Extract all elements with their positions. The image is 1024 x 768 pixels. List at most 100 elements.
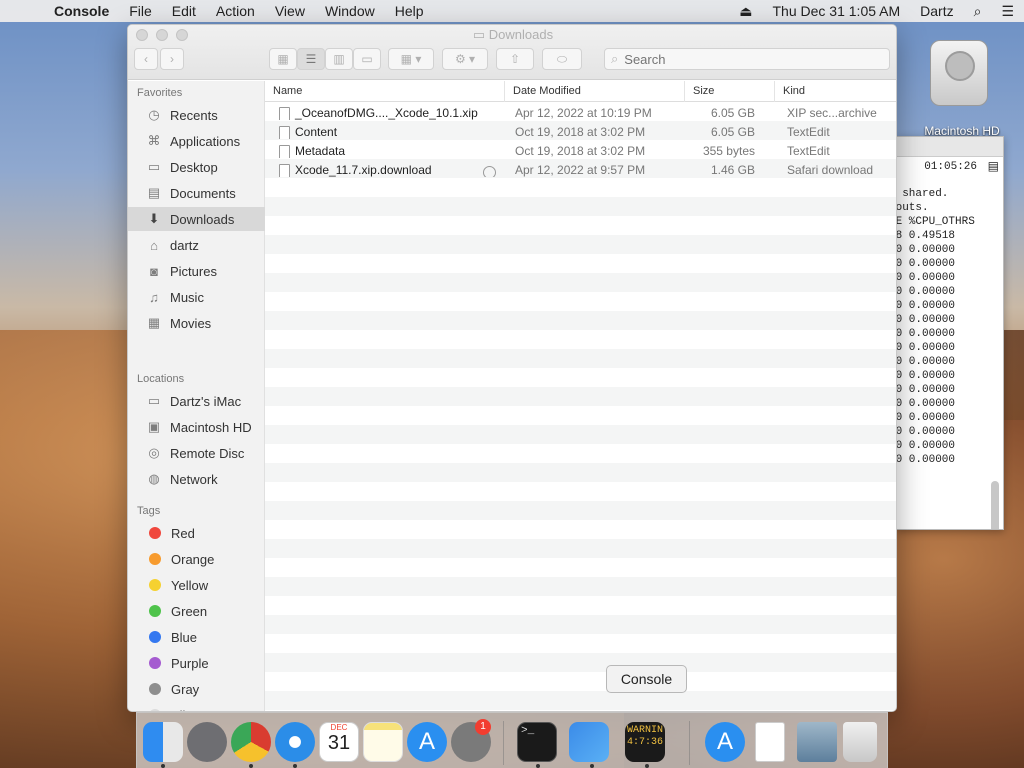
column-size[interactable]: Size bbox=[685, 81, 775, 102]
calendar-day: 31 bbox=[327, 732, 351, 754]
column-name[interactable]: Name bbox=[265, 81, 505, 102]
terminal-line: 00 0.00000 bbox=[896, 454, 956, 466]
sidebar-tag-all-tags-[interactable]: All Tags... bbox=[128, 703, 265, 711]
action-gear-button[interactable]: ⚙ ▾ bbox=[442, 48, 488, 70]
notification-center-icon[interactable]: ☰ bbox=[1001, 3, 1014, 20]
file-list[interactable]: Name Date Modified Size Kind _OceanofDMG… bbox=[265, 81, 896, 711]
sidebar-item-downloads[interactable]: ⬇ Downloads bbox=[128, 207, 265, 231]
document-dock-icon[interactable] bbox=[755, 722, 785, 762]
search-field[interactable]: ⌕ bbox=[604, 48, 890, 70]
finder-dock-icon[interactable] bbox=[143, 722, 183, 762]
terminal-line: 00 0.00000 bbox=[896, 440, 956, 452]
file-date: Oct 19, 2018 at 3:02 PM bbox=[515, 143, 646, 158]
terminal-line: 00 0.00000 bbox=[896, 370, 956, 382]
xcode-dock-icon[interactable] bbox=[569, 722, 609, 762]
sidebar-tag-purple[interactable]: Purple bbox=[128, 651, 265, 675]
app-store-download-dock-icon[interactable]: A bbox=[705, 722, 745, 762]
file-name: _OceanofDMG...._Xcode_10.1.xip bbox=[295, 105, 478, 120]
sidebar-item-movies[interactable]: ▦ Movies bbox=[128, 311, 265, 335]
sidebar-item-dartz-s-imac[interactable]: ▭ Dartz's iMac bbox=[128, 389, 265, 413]
sidebar-tag-orange[interactable]: Orange bbox=[128, 547, 265, 571]
icon-view-button[interactable]: ▦ bbox=[269, 48, 297, 70]
sidebar-item-label: Macintosh HD bbox=[170, 419, 252, 435]
search-input[interactable] bbox=[624, 51, 865, 67]
menu-action[interactable]: Action bbox=[216, 3, 255, 19]
sidebar-item-documents[interactable]: ▤ Documents bbox=[128, 181, 265, 205]
sidebar-item-dartz[interactable]: ⌂ dartz bbox=[128, 233, 265, 257]
terminal-line: 00 0.00000 bbox=[896, 300, 956, 312]
calendar-dock-icon[interactable]: DEC 31 bbox=[319, 722, 359, 762]
sidebar-item-label: Movies bbox=[170, 315, 212, 331]
macintosh-hd-desktop-icon[interactable] bbox=[924, 32, 994, 112]
sidebar-item-recents[interactable]: ◷ Recents bbox=[128, 103, 265, 127]
running-indicator bbox=[293, 764, 297, 768]
menu-clock[interactable]: Thu Dec 31 1:05 AM bbox=[773, 3, 901, 19]
file-date: Oct 19, 2018 at 3:02 PM bbox=[515, 124, 646, 139]
edit-tags-button[interactable]: ⬭ bbox=[542, 48, 582, 70]
sidebar-item-network[interactable]: ◍ Network bbox=[128, 467, 265, 491]
sidebar-item-macintosh-hd[interactable]: ▣ Macintosh HD bbox=[128, 415, 265, 439]
column-kind[interactable]: Kind bbox=[775, 81, 896, 102]
tag-color-dot bbox=[149, 579, 161, 591]
terminal-line: 00 0.00000 bbox=[896, 412, 956, 424]
terminal-titlebar[interactable] bbox=[897, 137, 1003, 157]
spotlight-search-icon[interactable]: ⌕ bbox=[974, 3, 982, 20]
terminal-window[interactable]: 01:05:26 ▤ M shared. pouts. ME %CPU_OTHRS 5… bbox=[896, 136, 1004, 530]
back-button[interactable]: ‹ bbox=[134, 48, 158, 70]
sidebar-item-desktop[interactable]: ▭ Desktop bbox=[128, 155, 265, 179]
sidebar-tag-red[interactable]: Red bbox=[128, 521, 265, 545]
sidebar-tag-green[interactable]: Green bbox=[128, 599, 265, 623]
table-row[interactable]: Metadata Oct 19, 2018 at 3:02 PM 355 bytes… bbox=[265, 141, 896, 160]
globe-icon: ◍ bbox=[148, 471, 160, 486]
sidebar-item-pictures[interactable]: ◙ Pictures bbox=[128, 259, 265, 283]
sidebar-tag-blue[interactable]: Blue bbox=[128, 625, 265, 649]
column-view-button[interactable]: ▥ bbox=[325, 48, 353, 70]
sidebar-item-remote-disc[interactable]: ◎ Remote Disc bbox=[128, 441, 265, 465]
file-name: Content bbox=[295, 124, 338, 139]
sidebar-tag-gray[interactable]: Gray bbox=[128, 677, 265, 701]
search-icon: ⌕ bbox=[611, 51, 619, 66]
app-store-dock-icon[interactable]: A bbox=[407, 722, 447, 762]
file-kind: TextEdit bbox=[787, 124, 830, 139]
eject-icon[interactable]: ⏏ bbox=[739, 3, 752, 20]
group-by-button[interactable]: ▦ ▾ bbox=[388, 48, 434, 70]
menu-view[interactable]: View bbox=[275, 3, 305, 19]
gallery-view-button[interactable]: ▭ bbox=[353, 48, 381, 70]
terminal-scrollbar[interactable] bbox=[991, 481, 999, 529]
chrome-dock-icon[interactable] bbox=[231, 722, 271, 762]
terminal-scroll-menu-icon[interactable]: ▤ bbox=[988, 159, 999, 173]
table-row[interactable]: Xcode_11.7.xip.download Apr 12, 2022 at 9… bbox=[265, 160, 896, 179]
console-dock-icon[interactable]: WARNIN 4:7:36 bbox=[625, 722, 665, 762]
menu-edit[interactable]: Edit bbox=[172, 3, 196, 19]
terminal-line: 00 0.00000 bbox=[896, 286, 956, 298]
sidebar-item-music[interactable]: ♫ Music bbox=[128, 285, 265, 309]
finder-window[interactable]: ▭ Downloads ‹ › ▦ ☰ ▥ ▭ ▦ ▾ ⚙ ▾ ⇧ ⬭ ⌕ Fa… bbox=[127, 24, 897, 712]
menu-user[interactable]: Dartz bbox=[920, 3, 953, 19]
terminal-line: 00 0.00000 bbox=[896, 342, 956, 354]
calendar-month: DEC bbox=[330, 723, 348, 732]
launchpad-dock-icon[interactable] bbox=[187, 722, 227, 762]
trash-dock-icon[interactable] bbox=[843, 722, 877, 762]
forward-button[interactable]: › bbox=[160, 48, 184, 70]
menu-file[interactable]: File bbox=[129, 3, 152, 19]
table-row[interactable]: _OceanofDMG...._Xcode_10.1.xip Apr 12, 20… bbox=[265, 103, 896, 122]
sidebar-item-applications[interactable]: ⌘ Applications bbox=[128, 129, 265, 153]
terminal-dock-icon[interactable]: >_ bbox=[517, 722, 557, 762]
list-view-button[interactable]: ☰ bbox=[297, 48, 325, 70]
terminal-output: M shared. pouts. ME %CPU_OTHRS 58 0.49518 00… bbox=[897, 187, 975, 467]
menu-window[interactable]: Window bbox=[325, 3, 375, 19]
menu-app-name[interactable]: Console bbox=[54, 3, 109, 19]
sidebar-tag-yellow[interactable]: Yellow bbox=[128, 573, 265, 597]
safari-dock-icon[interactable] bbox=[275, 722, 315, 762]
column-date-modified[interactable]: Date Modified bbox=[505, 81, 685, 102]
file-name: Xcode_11.7.xip.download bbox=[295, 162, 432, 177]
dock: DEC 31 A 1 >_ WARNIN 4:7:36 A bbox=[136, 712, 888, 768]
share-button[interactable]: ⇧ bbox=[496, 48, 534, 70]
table-row[interactable]: Content Oct 19, 2018 at 3:02 PM 6.05 GB Tex… bbox=[265, 122, 896, 141]
file-date: Apr 12, 2022 at 10:19 PM bbox=[515, 105, 652, 120]
sidebar-section-tags: Tags bbox=[137, 505, 161, 517]
desktop-icon: ▭ bbox=[147, 159, 161, 174]
menu-help[interactable]: Help bbox=[395, 3, 424, 19]
downloads-stack-dock-icon[interactable] bbox=[797, 722, 837, 762]
notes-dock-icon[interactable] bbox=[363, 722, 403, 762]
